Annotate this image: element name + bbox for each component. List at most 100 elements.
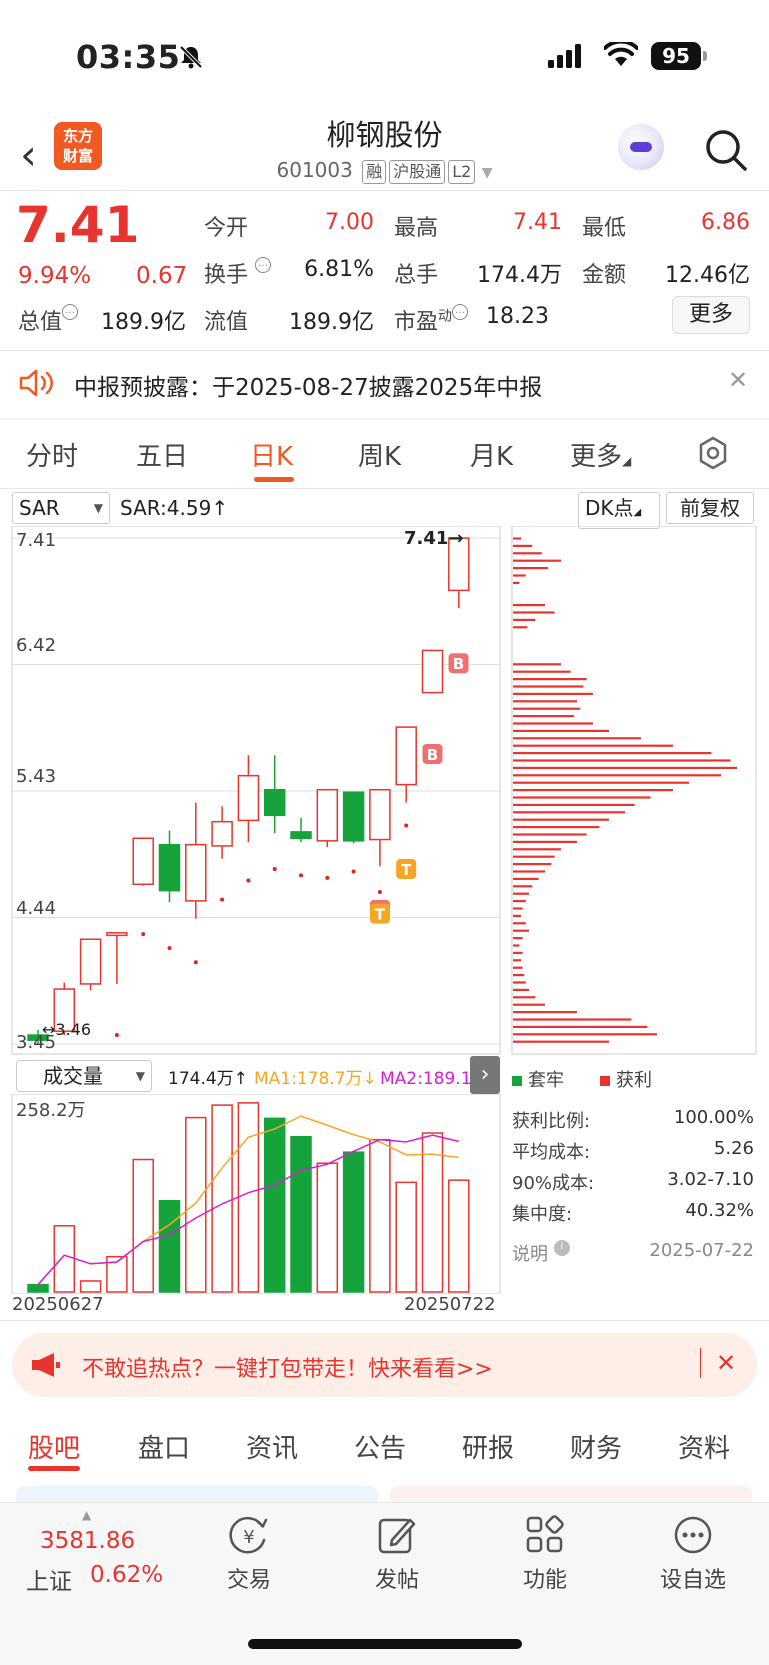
stat-value: 40.32% [685,1200,754,1221]
notice-text[interactable]: 中报预披露：于2025-08-27披露2025年中报 [74,368,542,402]
label-pe: 市盈动… [394,304,469,336]
status-time: 03:35 [76,38,181,76]
stat-value: 3.02-7.10 [667,1169,754,1190]
more-quote-button[interactable]: 更多 [672,296,750,334]
active-bottom-tab-indicator [28,1466,80,1471]
stat-label: 90%成本: [512,1173,595,1194]
nav-trade[interactable]: 交易 [199,1562,299,1594]
sar-dot [299,873,303,878]
battery-indicator: 95 [651,42,701,70]
chip-bar [513,722,593,725]
chip-bar [513,929,529,932]
value-float-cap: 189.9亿 [289,310,374,335]
sar-value: SAR:4.59↑ [120,496,229,520]
tab-weekly-k[interactable]: 周K [358,436,401,473]
chip-bar [513,1003,545,1006]
search-icon[interactable] [704,128,748,172]
index-value[interactable]: 3581.86 [40,1528,135,1554]
indicator-select[interactable]: SAR ▼ [12,492,110,524]
tab-five-day[interactable]: 五日 [136,436,188,473]
tab-finance[interactable]: 财务 [570,1428,622,1465]
volume-max-label: 258.2万 [16,1100,86,1121]
sar-dot [141,932,146,937]
chip-bar [513,729,609,732]
expand-chevron-icon[interactable]: › [470,1056,500,1094]
tab-more[interactable]: 更多◢ [570,436,631,473]
trade-yen-icon[interactable]: ¥ [228,1516,270,1556]
stock-code: 601003 [276,158,353,182]
value-market-cap: 189.9亿 [101,310,186,335]
sar-dot [193,960,198,965]
price-axis-label: 4.44 [16,898,57,919]
close-icon[interactable]: ✕ [728,366,748,394]
volume-indicator-select[interactable]: 成交量 ▼ [16,1060,152,1092]
ad-close-icon[interactable]: ✕ [716,1349,736,1377]
candle-body [132,837,154,886]
label-market-cap: 总值… [18,304,79,336]
chip-bar [513,774,721,777]
label-turnover: 换手 … [204,257,272,289]
candle-body [395,726,417,786]
nav-functions[interactable]: 功能 [495,1562,595,1594]
value-pe: 18.23 [486,304,549,329]
volume-bar [395,1181,417,1293]
chip-bar [513,870,545,873]
dropdown-caret-icon[interactable]: ▼ [482,165,493,181]
index-name: 上证 [26,1569,72,1595]
sar-dot [114,1033,119,1038]
chip-bar [513,818,609,821]
volume-bar [448,1179,470,1293]
tab-daily-k[interactable]: 日K [250,436,293,473]
dk-point-button[interactable]: DK点◢ [578,492,660,529]
price-axis-label: 7.41 [16,530,57,551]
expand-up-icon[interactable]: ▲ [82,1508,91,1522]
functions-grid-icon[interactable] [524,1514,566,1556]
tab-announcements[interactable]: 公告 [354,1428,406,1465]
chip-bar [513,537,521,540]
chip-bar [513,855,555,858]
dk-signal-marker: B [448,653,469,674]
sar-dot [325,875,330,880]
dk-signal-marker: B [422,743,443,764]
ad-text[interactable]: 不敢追热点？一键打包带走！快来看看>> [82,1351,493,1383]
tab-orderbook[interactable]: 盘口 [138,1428,190,1465]
price-axis-label: 5.43 [16,766,57,787]
candle-body [211,820,233,847]
sar-dot [246,878,251,883]
change-amount: 0.67 [136,263,188,289]
tab-monthly-k[interactable]: 月K [470,436,513,473]
tab-profile[interactable]: 资料 [678,1428,730,1465]
tab-intraday[interactable]: 分时 [26,436,78,473]
more-dots-icon[interactable] [672,1514,714,1556]
chip-bar [513,766,737,769]
chip-bar [513,988,529,991]
chip-bar [513,789,673,792]
tab-research[interactable]: 研报 [462,1428,514,1465]
tab-news[interactable]: 资讯 [246,1428,298,1465]
chip-bar [513,944,520,947]
volume-bar [316,1162,339,1293]
volume-value: 174.4万↑ [168,1069,248,1089]
settings-gear-icon[interactable] [696,436,730,470]
nav-post[interactable]: 发帖 [347,1562,447,1594]
chip-bar [513,626,528,629]
tab-forum[interactable]: 股吧 [28,1428,80,1465]
chip-bar [513,1033,657,1036]
nav-add-watchlist[interactable]: 设自选 [643,1562,743,1594]
divider [0,488,769,489]
divider [0,350,769,351]
adjust-mode-button[interactable]: 前复权 [666,492,754,524]
stat-value: 5.26 [713,1138,754,1159]
divider [0,190,769,191]
volume-bar [211,1104,233,1293]
candle-body [316,788,339,842]
chip-bar [513,1018,632,1021]
svg-text:T: T [375,906,386,924]
post-edit-icon[interactable] [376,1514,418,1556]
legend-profit: 获利 [600,1066,652,1092]
chip-bar [513,567,549,570]
value-turnover: 6.81% [304,257,374,282]
chip-note-button[interactable]: 说明 i [512,1240,570,1266]
chip-distribution-chart [513,537,737,1043]
label-float-cap: 流值 [204,310,249,335]
